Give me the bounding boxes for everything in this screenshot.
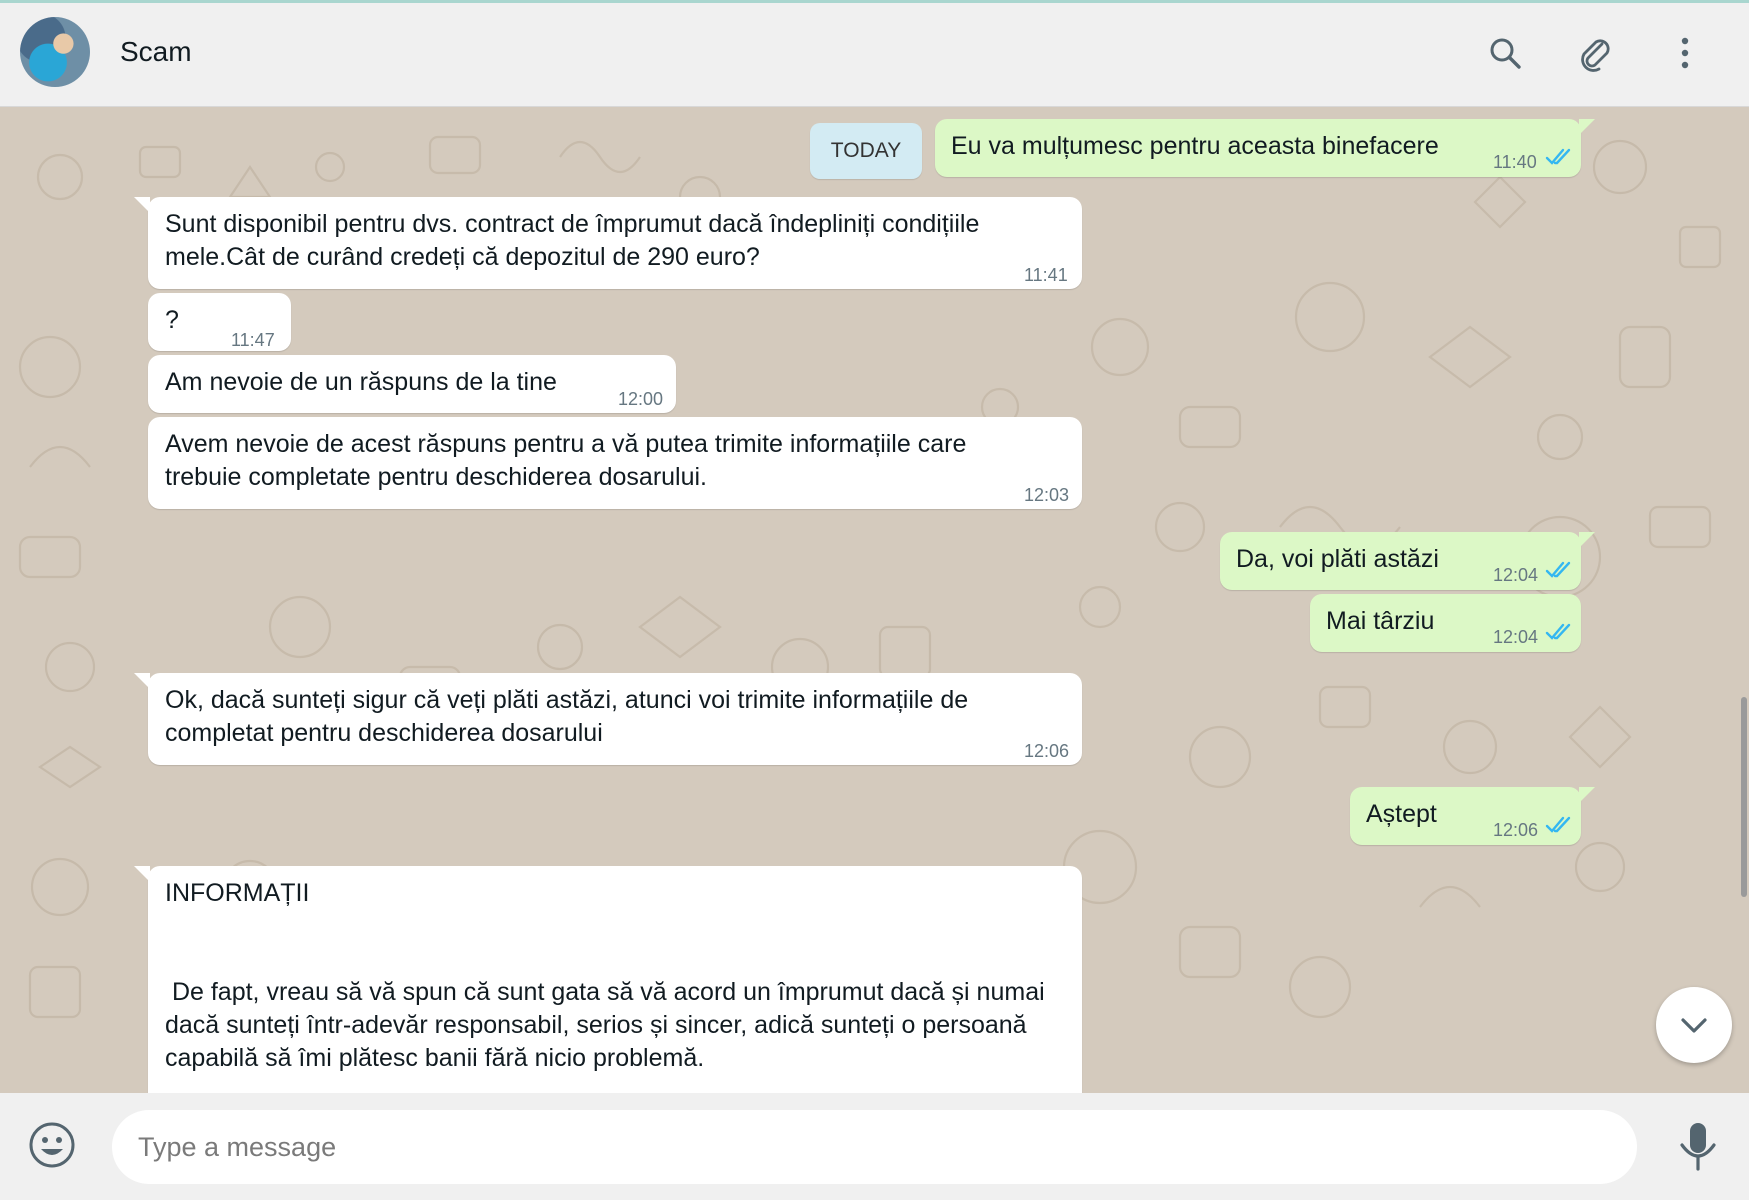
message-outgoing[interactable]: Da, voi plăti astăzi 12:04 (1220, 532, 1595, 590)
message-time: 11:47 (231, 330, 275, 350)
message-incoming[interactable]: Am nevoie de un răspuns de la tine 12:00 (148, 355, 676, 413)
message-text: Sunt disponibil pentru dvs. contract de … (165, 210, 980, 271)
chat-scrollbar[interactable] (1741, 697, 1747, 897)
chat-header: Scam (0, 3, 1749, 107)
bubble-tail (134, 197, 150, 213)
message-text: Mai târziu (1326, 607, 1435, 635)
bubble-tail (134, 673, 150, 689)
message-text: Avem nevoie de acest răspuns pentru a vă… (165, 430, 967, 491)
message-incoming[interactable]: Ok, dacă sunteți sigur că veți plăti ast… (134, 673, 1082, 765)
message-input[interactable] (112, 1110, 1637, 1184)
message-outgoing[interactable]: Aștept 12:06 (1350, 787, 1595, 845)
message-time: 12:06 (1493, 820, 1539, 840)
message-incoming[interactable]: Sunt disponibil pentru dvs. contract de … (134, 197, 1082, 289)
search-icon[interactable] (1483, 31, 1527, 75)
message-time: 12:03 (1024, 485, 1070, 505)
read-ticks-icon (1545, 623, 1571, 640)
chevron-down-icon (1681, 1018, 1707, 1033)
message-title: INFORMAȚII (165, 879, 310, 907)
read-ticks-icon (1545, 816, 1571, 833)
message-text: Da, voi plăti astăzi (1236, 545, 1439, 573)
message-incoming[interactable]: Avem nevoie de acest răspuns pentru a vă… (148, 417, 1082, 509)
mic-icon[interactable] (1672, 1117, 1724, 1177)
message-outgoing[interactable]: Eu va mulțumesc pentru aceasta binefacer… (935, 119, 1595, 177)
message-time: 12:04 (1493, 565, 1539, 585)
date-chip: TODAY (810, 123, 922, 179)
message-time: 12:04 (1493, 627, 1539, 647)
bubble-tail (134, 866, 150, 882)
message-time: 11:40 (1493, 152, 1537, 172)
message-incoming[interactable]: ? 11:47 (148, 293, 291, 351)
read-ticks-icon (1545, 148, 1571, 165)
message-time: 12:06 (1024, 741, 1070, 761)
more-vert-icon[interactable] (1663, 31, 1707, 75)
message-text: Aștept (1366, 800, 1437, 828)
chat-area[interactable]: TODAY Eu va mulțumesc pentru aceasta bin… (0, 107, 1749, 1093)
message-time: 11:41 (1024, 265, 1068, 285)
message-outgoing[interactable]: Mai târziu 12:04 (1310, 594, 1581, 652)
bubble-tail (1579, 119, 1595, 135)
message-composer (0, 1093, 1749, 1200)
message-text: Am nevoie de un răspuns de la tine (165, 368, 557, 396)
bubble-tail (1579, 532, 1595, 548)
message-text: Eu va mulțumesc pentru aceasta binefacer… (951, 132, 1439, 160)
message-text: De fapt, vreau să vă spun că sunt gata s… (165, 978, 1052, 1072)
bubble-tail (1579, 787, 1595, 803)
contact-avatar[interactable] (20, 17, 90, 87)
message-incoming[interactable]: INFORMAȚII De fapt, vreau să vă spun că … (134, 866, 1082, 1093)
message-text: Ok, dacă sunteți sigur că veți plăti ast… (165, 686, 969, 747)
read-ticks-icon (1545, 561, 1571, 578)
message-time: 12:00 (618, 389, 664, 409)
contact-name[interactable]: Scam (120, 36, 192, 68)
paperclip-icon[interactable] (1573, 31, 1617, 75)
message-text: ? (165, 306, 179, 334)
scroll-to-bottom-button[interactable] (1656, 987, 1732, 1063)
emoji-icon[interactable] (26, 1119, 78, 1171)
